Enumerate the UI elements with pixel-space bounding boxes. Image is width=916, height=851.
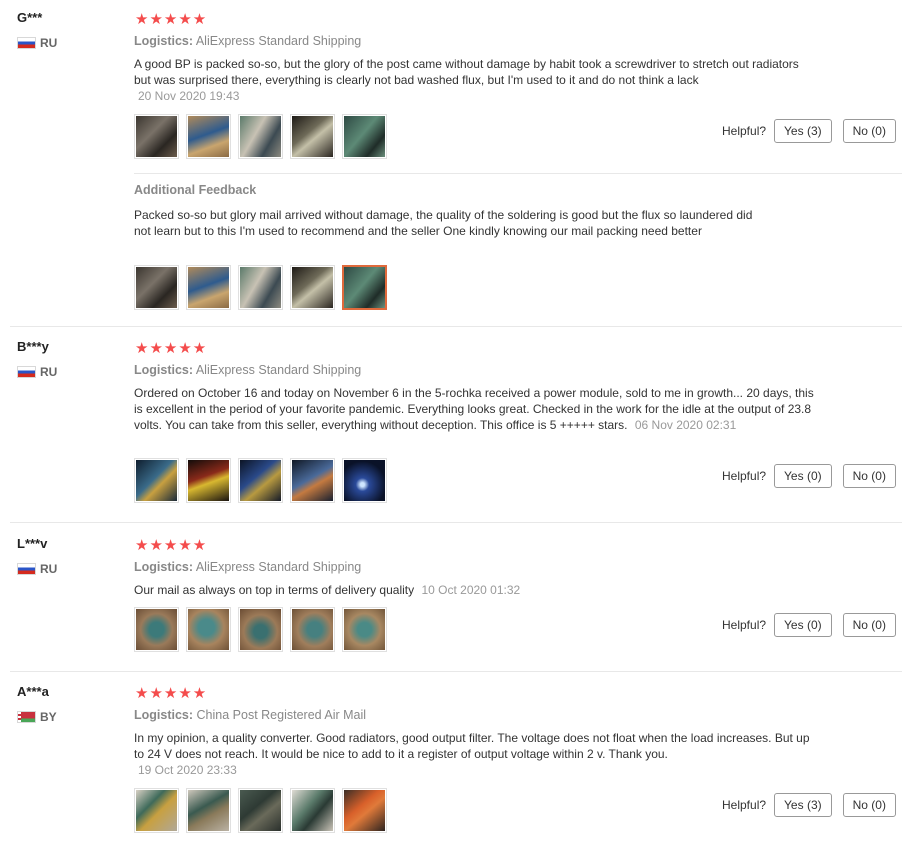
review-photo[interactable] <box>186 114 231 159</box>
logistics-label: Logistics: <box>134 708 194 722</box>
additional-feedback-text: Packed so-so but glory mail arrived with… <box>134 208 753 238</box>
helpful-label: Helpful? <box>722 124 767 138</box>
review-divider <box>10 522 902 523</box>
review-text: A good BP is packed so-so, but the glory… <box>134 57 799 87</box>
review-photo[interactable] <box>238 607 283 652</box>
helpful-no-button[interactable]: No (0) <box>842 119 896 143</box>
review-photo[interactable] <box>342 458 387 503</box>
helpful-no-button[interactable]: No (0) <box>842 464 896 488</box>
review-photo[interactable] <box>342 114 387 159</box>
reviewer-name: G*** <box>17 10 43 25</box>
helpful-yes-button[interactable]: Yes (0) <box>774 464 832 488</box>
belarus-flag-icon <box>17 711 36 723</box>
divider <box>134 173 902 174</box>
review-text-block: In my opinion, a quality converter. Good… <box>134 730 814 778</box>
review-photos <box>134 114 387 159</box>
review-photo[interactable] <box>134 265 179 310</box>
star-rating: ★★★★★ <box>135 685 208 702</box>
review-photo[interactable] <box>186 458 231 503</box>
helpful-vote: Helpful? Yes (3) No (0) <box>722 793 896 817</box>
review-photo[interactable] <box>290 788 335 833</box>
reviewer-name: B***y <box>17 339 49 354</box>
review-photos <box>134 458 387 503</box>
reviewer-country: BY <box>17 710 57 724</box>
helpful-no-button[interactable]: No (0) <box>842 793 896 817</box>
country-code: BY <box>40 710 57 724</box>
review-text-block: Ordered on October 16 and today on Novem… <box>134 385 814 433</box>
reviewer-country: RU <box>17 562 57 576</box>
logistics-info: Logistics: AliExpress Standard Shipping <box>134 560 361 574</box>
logistics-method: AliExpress Standard Shipping <box>195 560 362 574</box>
review-photo[interactable] <box>290 265 335 310</box>
review-divider <box>10 671 902 672</box>
reviewer-name: L***v <box>17 536 48 551</box>
review-photo[interactable] <box>238 265 283 310</box>
review-photo[interactable] <box>134 114 179 159</box>
logistics-label: Logistics: <box>134 560 194 574</box>
review-text: In my opinion, a quality converter. Good… <box>134 731 810 761</box>
reviewer-country: RU <box>17 365 57 379</box>
review-text: Our mail as always on top in terms of de… <box>134 583 415 597</box>
logistics-method: China Post Registered Air Mail <box>196 708 367 722</box>
review-divider <box>10 326 902 327</box>
review-photos <box>134 788 387 833</box>
review-photo[interactable] <box>290 458 335 503</box>
review-photo[interactable] <box>134 788 179 833</box>
review-text-block: Our mail as always on top in terms of de… <box>134 582 814 598</box>
logistics-label: Logistics: <box>134 363 194 377</box>
country-code: RU <box>40 365 58 379</box>
country-code: RU <box>40 562 58 576</box>
logistics-info: Logistics: AliExpress Standard Shipping <box>134 34 361 48</box>
helpful-yes-button[interactable]: Yes (3) <box>774 119 832 143</box>
country-code: RU <box>40 36 58 50</box>
review-date: 19 Oct 2020 23:33 <box>138 763 237 777</box>
helpful-yes-button[interactable]: Yes (3) <box>774 793 832 817</box>
russia-flag-icon <box>17 563 36 575</box>
helpful-vote: Helpful? Yes (0) No (0) <box>722 613 896 637</box>
additional-photos <box>134 265 387 310</box>
review-photo[interactable] <box>134 607 179 652</box>
helpful-vote: Helpful? Yes (0) No (0) <box>722 464 896 488</box>
additional-feedback-title: Additional Feedback <box>134 183 257 197</box>
review-date: 10 Oct 2020 01:32 <box>421 583 521 597</box>
logistics-info: Logistics: China Post Registered Air Mai… <box>134 708 366 722</box>
russia-flag-icon <box>17 37 36 49</box>
review-photos <box>134 607 387 652</box>
review-photo[interactable] <box>342 607 387 652</box>
logistics-method: AliExpress Standard Shipping <box>195 34 362 48</box>
helpful-yes-button[interactable]: Yes (0) <box>774 613 832 637</box>
star-rating: ★★★★★ <box>135 537 208 554</box>
review-photo[interactable] <box>186 788 231 833</box>
russia-flag-icon <box>17 366 36 378</box>
review-photo[interactable] <box>186 607 231 652</box>
helpful-no-button[interactable]: No (0) <box>842 613 896 637</box>
review-photo[interactable] <box>238 458 283 503</box>
review-photo[interactable] <box>186 265 231 310</box>
review-photo[interactable] <box>342 788 387 833</box>
review-text-block: A good BP is packed so-so, but the glory… <box>134 56 814 104</box>
logistics-method: AliExpress Standard Shipping <box>195 363 362 377</box>
helpful-label: Helpful? <box>722 469 767 483</box>
review-date: 06 Nov 2020 02:31 <box>634 418 737 432</box>
star-rating: ★★★★★ <box>135 340 208 357</box>
reviewer-name: A***a <box>17 684 49 699</box>
review-date: 20 Nov 2020 19:43 <box>138 89 240 103</box>
review-photo[interactable] <box>290 114 335 159</box>
helpful-vote: Helpful? Yes (3) No (0) <box>722 119 896 143</box>
helpful-label: Helpful? <box>722 618 767 632</box>
review-photo[interactable] <box>290 607 335 652</box>
logistics-label: Logistics: <box>134 34 194 48</box>
reviewer-country: RU <box>17 36 57 50</box>
review-photo[interactable] <box>238 114 283 159</box>
review-photo[interactable] <box>134 458 179 503</box>
helpful-label: Helpful? <box>722 798 767 812</box>
review-photo[interactable] <box>238 788 283 833</box>
logistics-info: Logistics: AliExpress Standard Shipping <box>134 363 361 377</box>
review-photo-selected[interactable] <box>342 265 387 310</box>
star-rating: ★★★★★ <box>135 11 208 28</box>
